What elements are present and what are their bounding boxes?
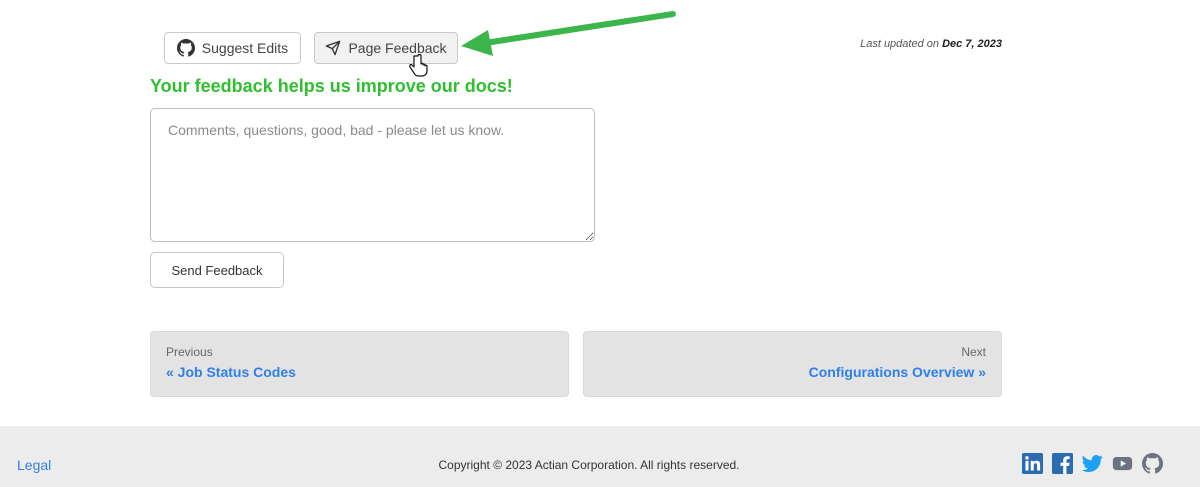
suggest-edits-button[interactable]: Suggest Edits [164, 32, 301, 64]
suggest-edits-label: Suggest Edits [201, 40, 289, 56]
previous-label: Previous [166, 345, 213, 359]
next-page-card[interactable]: Next Configurations Overview » [583, 331, 1002, 397]
previous-page-card[interactable]: Previous « Job Status Codes [150, 331, 569, 397]
twitter-icon[interactable] [1082, 453, 1103, 474]
annotation-arrow-icon [461, 11, 676, 56]
copyright-text: Copyright © 2023 Actian Corporation. All… [438, 458, 740, 472]
last-updated-prefix: Last updated on [860, 38, 939, 50]
linkedin-icon[interactable] [1022, 453, 1043, 474]
youtube-icon[interactable] [1112, 453, 1133, 474]
feedback-comments-input[interactable] [150, 108, 595, 242]
last-updated-date: Dec 7, 2023 [942, 38, 1002, 50]
hand-cursor-icon [409, 54, 428, 77]
send-icon [326, 40, 341, 56]
page-feedback-label: Page Feedback [348, 40, 447, 56]
next-label: Next [961, 345, 986, 359]
github-icon[interactable] [1142, 453, 1164, 474]
footer: Legal Copyright © 2023 Actian Corporatio… [0, 426, 1200, 487]
next-page-link[interactable]: Configurations Overview » [599, 364, 986, 380]
facebook-icon[interactable] [1052, 453, 1073, 474]
github-icon [176, 39, 195, 57]
last-updated: Last updated on Dec 7, 2023 [860, 38, 1002, 50]
send-feedback-button[interactable]: Send Feedback [150, 252, 284, 288]
page-feedback-button[interactable]: Page Feedback [314, 32, 458, 64]
previous-page-link[interactable]: « Job Status Codes [166, 364, 553, 380]
social-links [1022, 453, 1164, 474]
feedback-heading: Your feedback helps us improve our docs! [150, 76, 513, 96]
